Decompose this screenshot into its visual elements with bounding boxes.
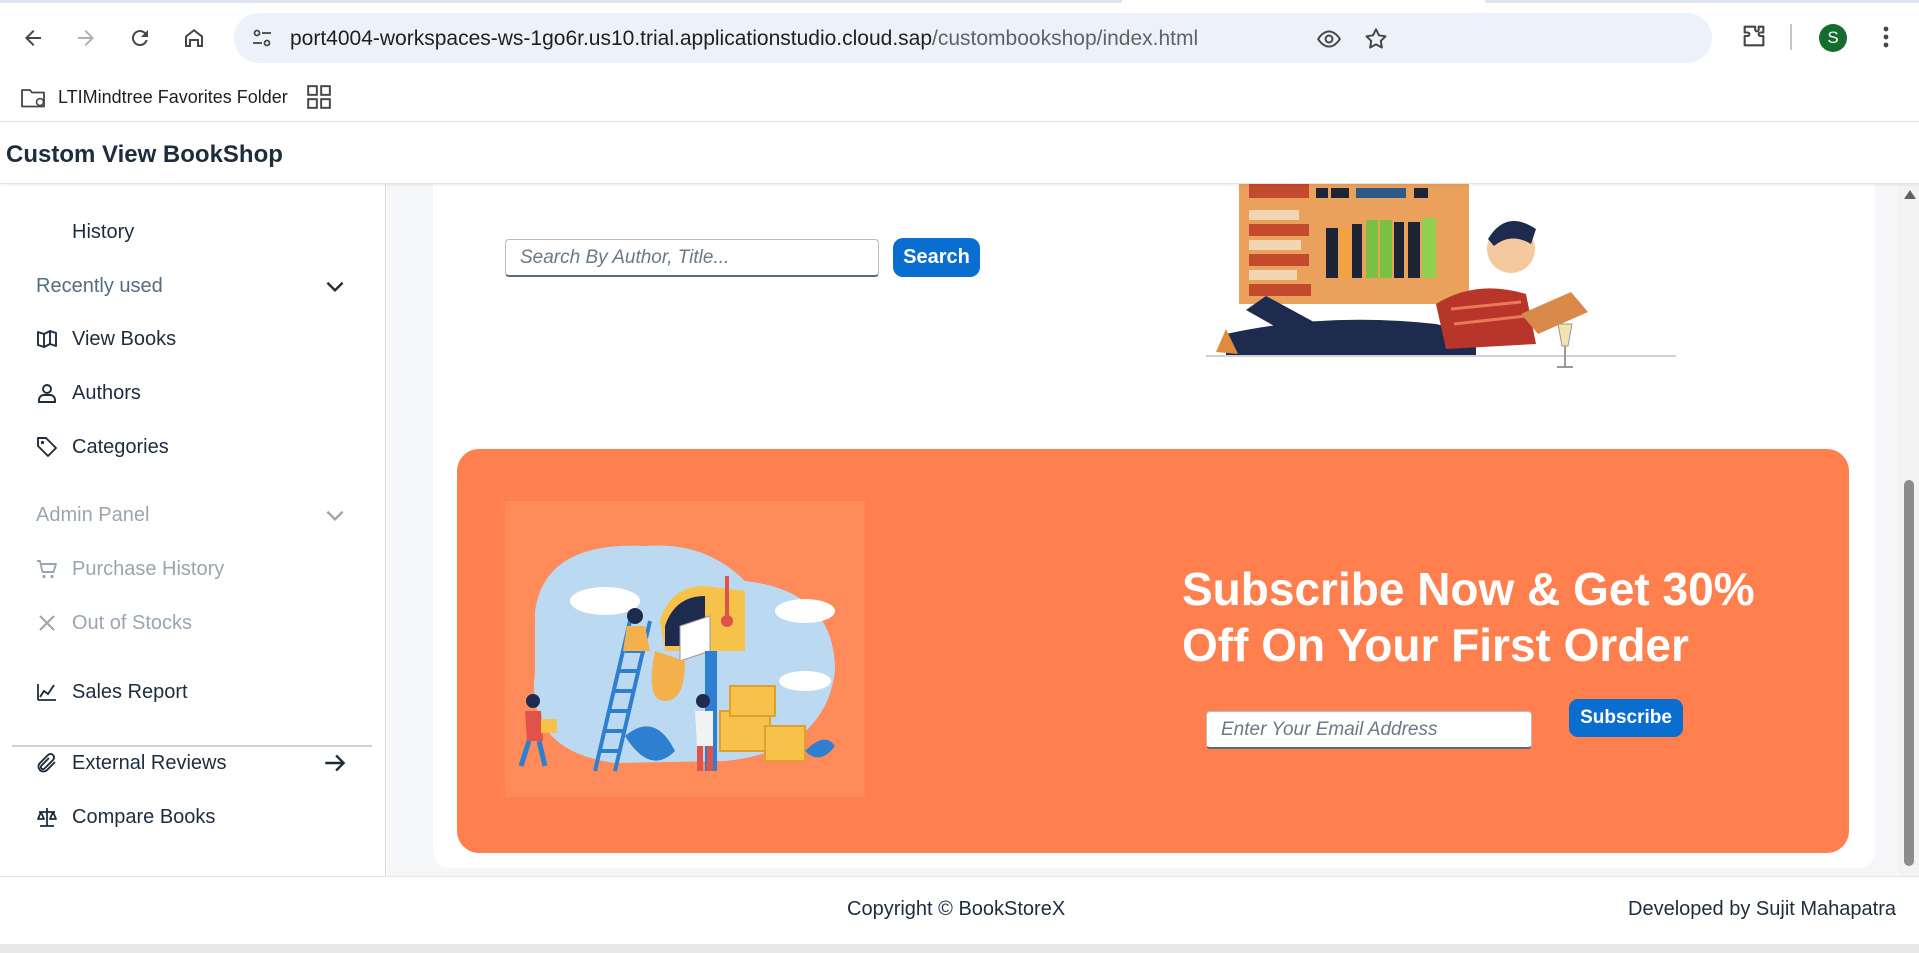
sidebar-item-authors[interactable]: Authors	[0, 369, 386, 417]
sidebar-item-label: View Books	[72, 327, 177, 350]
sidebar-item-label: External Reviews	[72, 751, 227, 774]
apps-grid-icon[interactable]	[306, 84, 332, 110]
forward-button[interactable]	[68, 20, 104, 56]
scrollbar-thumb[interactable]	[1904, 480, 1914, 866]
back-button[interactable]	[15, 20, 51, 56]
tab-strip-edge	[1485, 0, 1919, 3]
search-input[interactable]	[505, 239, 879, 277]
bookmark-folder[interactable]: LTIMindtree Favorites Folder	[20, 84, 288, 110]
close-icon	[34, 610, 60, 636]
person-icon	[34, 380, 60, 406]
subscribe-button[interactable]: Subscribe	[1569, 699, 1683, 737]
email-field[interactable]	[1206, 711, 1532, 749]
sidebar-item-compare-books[interactable]: Compare Books	[0, 793, 386, 841]
reader-illustration	[1206, 184, 1676, 368]
sidebar-group-admin-panel[interactable]: Admin Panel	[0, 491, 386, 539]
mailbox-illustration	[505, 501, 865, 797]
sidebar-item-label: Categories	[72, 435, 169, 458]
footer-developer-credit: Developed by Sujit Mahapatra	[1628, 898, 1896, 920]
address-bar[interactable]: port4004-workspaces-ws-1go6r.us10.trial.…	[234, 13, 1712, 63]
bookmark-folder-label: LTIMindtree Favorites Folder	[58, 86, 288, 107]
search-button[interactable]: Search	[893, 238, 980, 277]
home-icon	[185, 29, 203, 47]
sidebar-item-label: Compare Books	[72, 805, 216, 828]
tags-icon	[34, 434, 60, 460]
arrow-right-icon	[78, 30, 94, 46]
sidebar-item-purchase-history[interactable]: Purchase History	[0, 545, 386, 593]
cart-icon	[34, 556, 60, 582]
bookmarks-bar: LTIMindtree Favorites Folder	[0, 76, 1919, 122]
profile-avatar[interactable]: S	[1819, 24, 1847, 52]
eye-icon[interactable]	[1316, 26, 1342, 52]
sidebar-item-sales-report[interactable]: Sales Report	[0, 668, 386, 716]
sidebar-item-view-books[interactable]: View Books	[0, 315, 386, 363]
sidebar-group-label: Recently used	[36, 274, 163, 297]
sidebar-item-history[interactable]: History	[0, 208, 386, 256]
url-path: /custombookshop/index.html	[932, 27, 1199, 50]
sidebar-item-categories[interactable]: Categories	[0, 423, 386, 471]
sidebar-item-label: Authors	[72, 381, 141, 404]
paperclip-icon	[34, 750, 60, 776]
url-host: port4004-workspaces-ws-1go6r.us10.trial.…	[290, 27, 933, 50]
sidebar-item-label: Sales Report	[72, 680, 188, 703]
site-settings-icon[interactable]	[250, 26, 274, 50]
scroll-up-arrow-icon[interactable]	[1904, 190, 1916, 199]
reload-button[interactable]	[122, 20, 158, 56]
subscribe-banner: Subscribe Now & Get 30% Off On Your Firs…	[457, 449, 1849, 853]
sidebar-item-label: Out of Stocks	[72, 611, 193, 634]
more-menu-icon[interactable]	[1874, 22, 1898, 52]
window-bottom-edge	[0, 944, 1919, 953]
extensions-puzzle-icon[interactable]	[1740, 22, 1768, 50]
line-chart-icon	[34, 679, 60, 705]
star-icon[interactable]	[1363, 26, 1389, 52]
side-navigation: History Recently used View Books Authors…	[0, 184, 386, 876]
scale-icon	[34, 804, 60, 830]
toolbar-separator	[1790, 24, 1792, 50]
folder-gear-icon	[21, 89, 45, 108]
home-button[interactable]	[176, 20, 212, 56]
chevron-down-icon[interactable]	[322, 502, 348, 528]
app-shellbar: Custom View BookShop	[0, 122, 1919, 184]
arrow-left-icon	[25, 30, 41, 46]
open-book-icon	[34, 326, 60, 352]
arrow-right-icon[interactable]	[322, 750, 348, 776]
sidebar-divider	[12, 745, 372, 747]
url-text[interactable]: port4004-workspaces-ws-1go6r.us10.trial.…	[290, 27, 1198, 51]
footer-copyright: Copyright © BookStoreX	[847, 898, 1066, 920]
chevron-down-icon[interactable]	[322, 273, 348, 299]
page-scrollbar[interactable]	[1899, 184, 1919, 876]
sidebar-item-out-of-stocks[interactable]: Out of Stocks	[0, 599, 386, 647]
reload-icon	[131, 30, 148, 47]
sidebar-item-label: History	[72, 220, 135, 243]
promo-heading: Subscribe Now & Get 30% Off On Your Firs…	[1182, 563, 1755, 671]
sidebar-item-label: Purchase History	[72, 557, 225, 580]
sidebar-group-label: Admin Panel	[36, 503, 150, 526]
browser-toolbar: port4004-workspaces-ws-1go6r.us10.trial.…	[0, 0, 1919, 76]
tab-strip-edge	[0, 0, 1122, 3]
page-footer: Copyright © BookStoreX Developed by Suji…	[0, 876, 1919, 944]
app-title: Custom View BookShop	[6, 141, 283, 168]
sidebar-group-recently-used[interactable]: Recently used	[0, 262, 386, 310]
